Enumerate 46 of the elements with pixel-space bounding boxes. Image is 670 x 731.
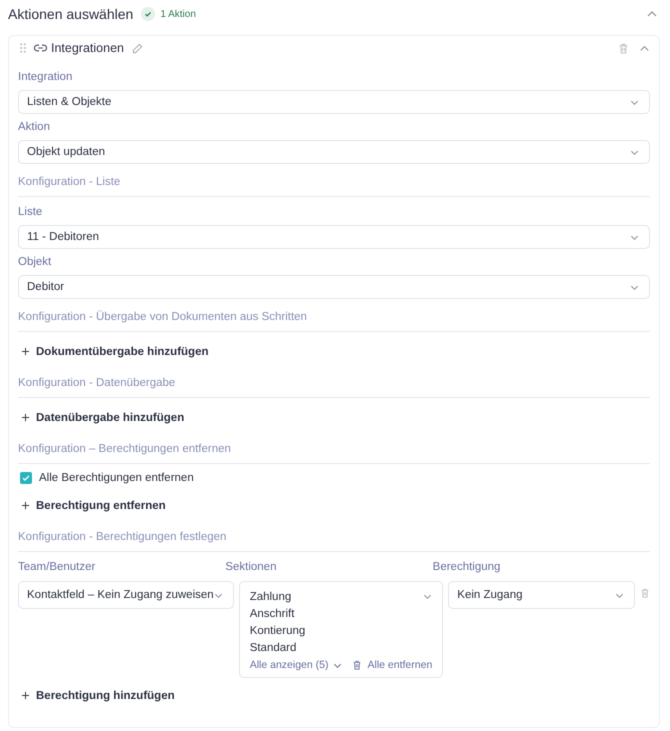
checkmark-icon xyxy=(21,473,31,483)
checkbox[interactable] xyxy=(20,472,32,484)
column-label: Berechtigung xyxy=(432,560,502,575)
section-option[interactable]: Kontierung xyxy=(250,624,306,636)
pencil-icon[interactable] xyxy=(132,42,143,54)
add-button[interactable]: Dokumentübergabe hinzufügen xyxy=(18,346,208,358)
plus-icon xyxy=(21,413,30,422)
link-icon xyxy=(34,44,47,52)
section-option[interactable]: Zahlung xyxy=(250,590,292,602)
column-label: Sektionen xyxy=(225,560,278,575)
section-title: Aktionen auswählen xyxy=(8,6,134,22)
section-heading: Konfiguration - Berechtigungen festlegen xyxy=(18,531,226,543)
field-label: Liste xyxy=(18,205,44,220)
select-field[interactable]: Listen & Objekte xyxy=(18,90,650,114)
chevron-icon[interactable] xyxy=(423,592,432,601)
section-heading: Konfiguration - Liste xyxy=(18,176,120,188)
add-button[interactable]: Datenübergabe hinzufügen xyxy=(18,412,184,424)
drag-handle-icon[interactable] xyxy=(20,43,26,53)
remove-all-button[interactable]: Alle entfernen xyxy=(352,659,432,671)
select-field[interactable]: 11 - Debitoren xyxy=(18,225,650,249)
select-field[interactable]: Kontaktfeld – Kein Zugang zuweisen xyxy=(18,581,234,609)
trash-icon xyxy=(352,660,362,670)
section-heading: Konfiguration - Übergabe von Dokumenten aus Schritten xyxy=(18,311,307,323)
trash-icon[interactable] xyxy=(618,42,629,54)
add-button[interactable]: Berechtigung hinzufügen xyxy=(18,690,175,702)
show-all-button[interactable]: Alle anzeigen (5) xyxy=(250,659,342,671)
check-circle-icon xyxy=(141,7,156,21)
section-option[interactable]: Anschrift xyxy=(250,608,294,620)
checkbox-label: Alle Berechtigungen entfernen xyxy=(39,472,194,484)
field-label: Integration xyxy=(18,70,74,85)
plus-icon xyxy=(21,691,30,700)
section-heading: Konfiguration - Datenübergabe xyxy=(18,377,176,389)
section-option[interactable]: Standard xyxy=(250,642,296,654)
action-count: 1 Aktion xyxy=(160,8,196,20)
field-label: Objekt xyxy=(18,255,52,270)
field-label: Aktion xyxy=(18,120,51,135)
select-field[interactable]: Debitor xyxy=(18,275,650,299)
add-button[interactable]: Berechtigung entfernen xyxy=(18,500,166,512)
plus-icon xyxy=(21,347,30,356)
trash-icon[interactable] xyxy=(640,588,650,598)
action-title: Integrationen xyxy=(51,41,124,55)
select-field[interactable]: Kein Zugang xyxy=(448,581,635,609)
select-field[interactable]: Objekt updaten xyxy=(18,140,650,164)
section-heading: Konfiguration – Berechtigungen entfernen xyxy=(18,443,231,455)
plus-icon xyxy=(21,501,30,510)
column-label: Team/Benutzer xyxy=(18,560,96,575)
